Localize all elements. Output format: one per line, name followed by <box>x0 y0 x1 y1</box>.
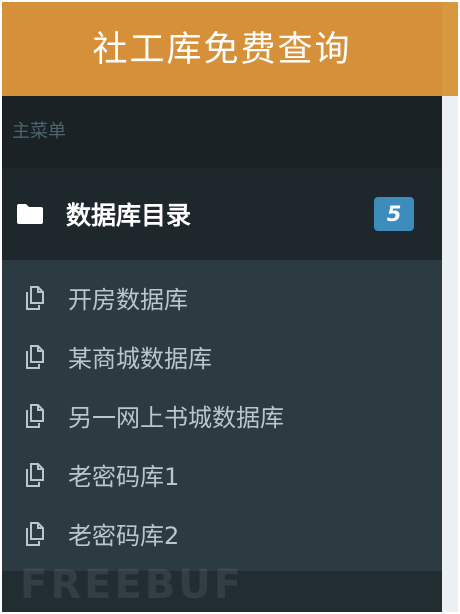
copy-icon <box>22 402 50 430</box>
submenu-item-label: 开房数据库 <box>68 286 188 314</box>
sidebar-item-database-catalog[interactable]: 数据库目录 5 <box>2 168 442 260</box>
folder-icon <box>16 203 44 225</box>
submenu-item-old-password-db-2[interactable]: 老密码库2 <box>2 504 442 563</box>
submenu-item-label: 老密码库2 <box>68 522 180 550</box>
app-frame: 社工库免费查询 主菜单 数据库目录 5 开房数据库 某商城数据库 另一网上书城数… <box>2 2 458 612</box>
submenu-item-label: 老密码库1 <box>68 463 180 491</box>
submenu-item-old-password-db-1[interactable]: 老密码库1 <box>2 445 442 504</box>
count-badge: 5 <box>374 197 414 231</box>
submenu-item-label: 某商城数据库 <box>68 345 212 373</box>
submenu-item-kaifang-db[interactable]: 开房数据库 <box>2 268 442 327</box>
sidebar-item-label: 数据库目录 <box>66 201 192 230</box>
sidebar: 主菜单 数据库目录 5 开房数据库 某商城数据库 另一网上书城数据库 老密码库1… <box>2 96 442 612</box>
submenu-item-bookstore-db[interactable]: 另一网上书城数据库 <box>2 386 442 445</box>
submenu-item-mall-db[interactable]: 某商城数据库 <box>2 327 442 386</box>
copy-icon <box>22 284 50 312</box>
copy-icon <box>22 520 50 548</box>
header-edge <box>442 2 458 96</box>
sidebar-menu-header: 主菜单 <box>2 96 442 168</box>
content-area-edge <box>442 96 458 612</box>
submenu: 开房数据库 某商城数据库 另一网上书城数据库 老密码库1 老密码库2 <box>2 260 442 571</box>
submenu-item-label: 另一网上书城数据库 <box>68 404 284 432</box>
copy-icon <box>22 343 50 371</box>
copy-icon <box>22 461 50 489</box>
brand-title[interactable]: 社工库免费查询 <box>92 21 351 72</box>
app-header: 社工库免费查询 <box>2 2 442 96</box>
